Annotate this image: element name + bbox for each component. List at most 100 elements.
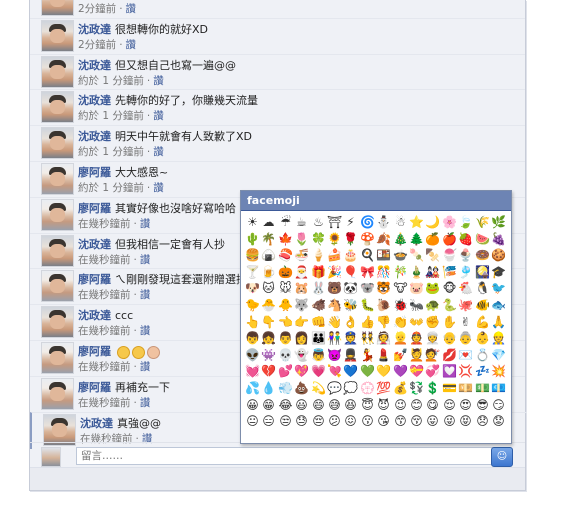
emoji-cell[interactable]: ☁ — [261, 215, 276, 230]
emoji-cell[interactable]: 🍡 — [409, 248, 424, 263]
emoji-cell[interactable]: 💎 — [491, 348, 506, 363]
emoji-cell[interactable]: 😟 — [491, 414, 506, 429]
avatar[interactable] — [41, 306, 74, 338]
emoji-cell[interactable]: 🌾 — [475, 215, 490, 230]
avatar[interactable] — [41, 378, 74, 410]
emoji-cell[interactable]: 🍄 — [360, 232, 375, 247]
avatar[interactable] — [41, 56, 74, 88]
emoji-cell[interactable]: 💶 — [491, 381, 506, 396]
commenter-name[interactable]: 沈政達 — [78, 309, 111, 322]
emoji-cell[interactable]: 😉 — [393, 398, 408, 413]
facemoji-toggle-button[interactable]: ☺ — [491, 447, 513, 467]
emoji-cell[interactable]: 🎊 — [376, 265, 391, 280]
emoji-cell[interactable]: 💪 — [475, 315, 490, 330]
emoji-cell[interactable]: 🍔 — [245, 248, 260, 263]
commenter-name[interactable]: 廖阿羅 — [78, 381, 111, 394]
emoji-cell[interactable]: 🍃 — [458, 215, 473, 230]
emoji-cell[interactable]: 😄 — [311, 398, 326, 413]
emoji-cell[interactable]: 🐸 — [425, 281, 440, 296]
emoji-cell[interactable]: 🍸 — [245, 265, 260, 280]
emoji-cell[interactable]: 🐟 — [491, 298, 506, 313]
emoji-cell[interactable]: 😕 — [327, 414, 342, 429]
emoji-cell[interactable]: 💓 — [245, 364, 260, 379]
emoji-cell[interactable]: 💘 — [327, 364, 342, 379]
like-link[interactable]: 讚 — [140, 325, 151, 337]
emoji-cell[interactable]: 👩 — [294, 331, 309, 346]
emoji-cell[interactable]: 💃 — [360, 348, 375, 363]
emoji-cell[interactable]: 💀 — [278, 348, 293, 363]
emoji-cell[interactable]: 💞 — [425, 364, 440, 379]
emoji-cell[interactable]: 🍎 — [442, 232, 457, 247]
emoji-cell[interactable]: ☔ — [278, 215, 293, 230]
emoji-cell[interactable]: 👲 — [409, 331, 424, 346]
emoji-cell[interactable]: 😐 — [245, 414, 260, 429]
like-link[interactable]: 讚 — [140, 254, 151, 266]
emoji-cell[interactable]: 💤 — [475, 364, 490, 379]
emoji-cell[interactable]: 💔 — [261, 364, 276, 379]
commenter-name[interactable]: 沈政達 — [78, 238, 111, 251]
emoji-cell[interactable]: 👊 — [311, 315, 326, 330]
emoji-cell[interactable]: 👰 — [376, 331, 391, 346]
emoji-cell[interactable]: ☕ — [294, 215, 309, 230]
emoji-cell[interactable]: 💌 — [458, 348, 473, 363]
emoji-cell[interactable]: 🐻 — [327, 281, 342, 296]
like-link[interactable]: 讚 — [153, 75, 164, 87]
emoji-cell[interactable]: 🍳 — [360, 248, 375, 263]
emoji-cell[interactable]: 👯 — [360, 331, 375, 346]
emoji-cell[interactable]: 😇 — [360, 398, 375, 413]
emoji-cell[interactable]: ✌ — [458, 315, 473, 330]
emoji-cell[interactable]: 🐙 — [458, 298, 473, 313]
emoji-cell[interactable]: 👍 — [360, 315, 375, 330]
emoji-cell[interactable]: 💫 — [311, 381, 326, 396]
emoji-cell[interactable]: 😙 — [393, 414, 408, 429]
emoji-cell[interactable]: 🍺 — [261, 265, 276, 280]
emoji-cell[interactable]: 😈 — [376, 398, 391, 413]
emoji-cell[interactable]: 😛 — [425, 414, 440, 429]
emoji-cell[interactable]: 💄 — [376, 348, 391, 363]
emoji-cell[interactable]: 🎍 — [409, 265, 424, 280]
emoji-cell[interactable]: 🍩 — [475, 248, 490, 263]
like-link[interactable]: 讚 — [140, 218, 151, 230]
emoji-cell[interactable]: 💗 — [311, 364, 326, 379]
emoji-cell[interactable]: 🍇 — [491, 232, 506, 247]
emoji-cell[interactable]: 🐗 — [311, 298, 326, 313]
emoji-cell[interactable]: 🍙 — [261, 248, 276, 263]
commenter-name[interactable]: 廖阿羅 — [78, 166, 111, 179]
emoji-cell[interactable]: 🌿 — [491, 215, 506, 230]
emoji-cell[interactable]: 😆 — [343, 398, 358, 413]
emoji-cell[interactable]: 🎈 — [343, 265, 358, 280]
emoji-cell[interactable]: 😚 — [409, 414, 424, 429]
avatar[interactable] — [41, 127, 74, 159]
emoji-cell[interactable]: 😞 — [475, 414, 490, 429]
emoji-cell[interactable]: ☀ — [245, 215, 260, 230]
emoji-cell[interactable]: 🐥 — [278, 298, 293, 313]
emoji-cell[interactable]: 😊 — [409, 398, 424, 413]
emoji-cell[interactable]: 💬 — [327, 381, 342, 396]
emoji-cell[interactable]: 👨 — [278, 331, 293, 346]
emoji-cell[interactable]: 🌻 — [327, 232, 342, 247]
emoji-cell[interactable]: 🙏 — [491, 315, 506, 330]
emoji-cell[interactable]: 🍀 — [311, 232, 326, 247]
emoji-cell[interactable]: 🐹 — [294, 281, 309, 296]
emoji-cell[interactable]: 🌙 — [425, 215, 440, 230]
emoji-cell[interactable]: 😌 — [442, 398, 457, 413]
avatar[interactable] — [41, 163, 74, 195]
emoji-cell[interactable]: 🐔 — [458, 281, 473, 296]
emoji-cell[interactable]: 👼 — [311, 348, 326, 363]
emoji-cell[interactable]: ☃ — [393, 215, 408, 230]
emoji-cell[interactable]: 🌴 — [261, 232, 276, 247]
emoji-cell[interactable]: 💝 — [409, 364, 424, 379]
emoji-cell[interactable]: 🐌 — [376, 298, 391, 313]
emoji-cell[interactable]: 🐦 — [491, 281, 506, 296]
emoji-cell[interactable]: 🍪 — [491, 248, 506, 263]
emoji-cell[interactable]: 🍁 — [278, 232, 293, 247]
emoji-cell[interactable]: ⚡ — [343, 215, 358, 230]
emoji-cell[interactable]: 👏 — [393, 315, 408, 330]
emoji-cell[interactable]: 👧 — [261, 331, 276, 346]
emoji-cell[interactable]: 🍢 — [425, 248, 440, 263]
emoji-cell[interactable]: ⛄ — [376, 215, 391, 230]
emoji-cell[interactable]: 🍣 — [278, 248, 293, 263]
commenter-name[interactable]: 沈政達 — [78, 94, 111, 107]
emoji-cell[interactable]: 🎁 — [311, 265, 326, 280]
emoji-cell[interactable]: 👶 — [475, 331, 490, 346]
